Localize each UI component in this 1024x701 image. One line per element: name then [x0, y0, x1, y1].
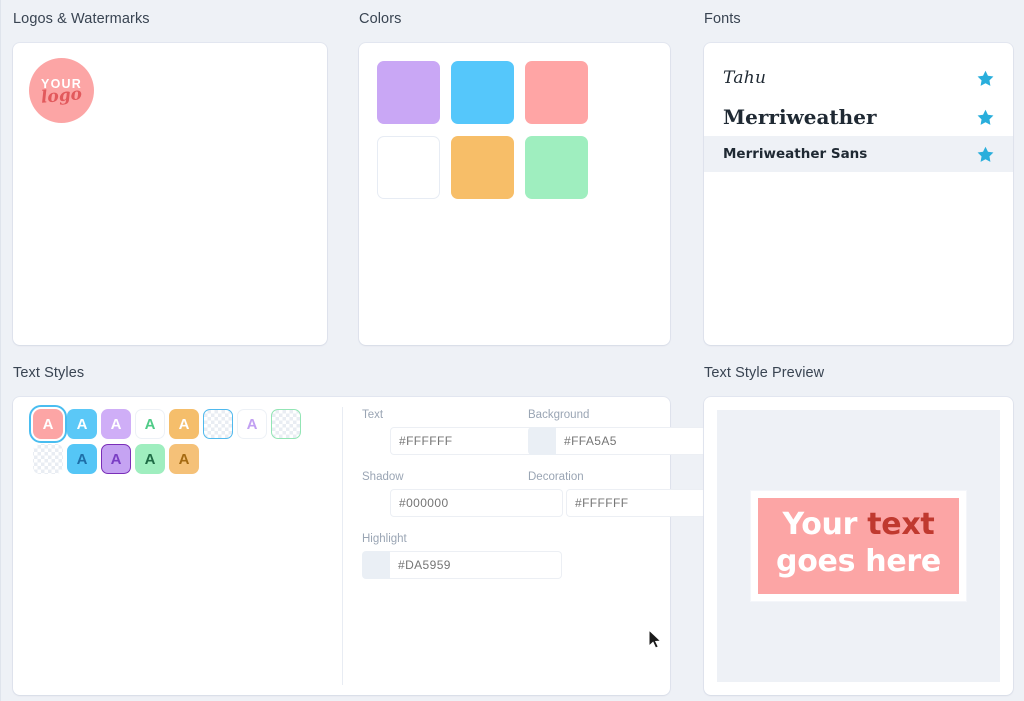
highlight-field-label: Highlight	[362, 533, 407, 545]
panel-colors: Colors	[359, 11, 670, 345]
preview-text-highlighted: text	[867, 507, 935, 543]
text-style-swatch[interactable]: A	[237, 409, 267, 439]
background-field-label: Background	[528, 409, 590, 421]
font-row[interactable]: Tahu	[704, 58, 1013, 98]
text-style-swatch[interactable]: A	[101, 409, 131, 439]
brand-kit-page: Logos & Watermarks YOUR logo Colors Font…	[0, 0, 1024, 701]
panel-fonts: Fonts Tahu Merriweather Merriweather Sans	[704, 11, 1013, 345]
color-swatch-orange[interactable]	[451, 136, 514, 199]
shadow-input-wrap	[390, 489, 563, 517]
shadow-field-label: Shadow	[362, 471, 404, 483]
text-style-glyph: A	[76, 415, 88, 433]
text-style-swatch[interactable]: A	[169, 409, 199, 439]
color-swatch-green[interactable]	[525, 136, 588, 199]
fonts-section-title: Fonts	[704, 11, 741, 27]
text-field-label: Text	[362, 409, 384, 421]
color-swatch-purple[interactable]	[377, 61, 440, 124]
decoration-field-label: Decoration	[528, 471, 584, 483]
text-style-swatch[interactable]: A	[67, 444, 97, 474]
decoration-input-wrap	[566, 489, 739, 517]
mouse-cursor-icon	[649, 630, 662, 649]
field-group-background: Background	[528, 409, 728, 455]
logo-text-logo: logo	[40, 84, 83, 109]
text-style-swatch[interactable]: A	[135, 409, 165, 439]
font-name: Merriweather	[723, 105, 877, 129]
font-name: Merriweather Sans	[723, 146, 868, 162]
top-row: Logos & Watermarks YOUR logo Colors Font…	[1, 0, 1024, 346]
form-row-3: Highlight	[362, 533, 656, 579]
font-row[interactable]: Merriweather	[704, 98, 1013, 136]
text-style-glyph: A	[110, 415, 122, 433]
field-group-decoration: Decoration	[528, 471, 739, 517]
panel-logos-watermarks: Logos & Watermarks YOUR logo	[13, 11, 327, 345]
text-style-glyph: A	[144, 415, 156, 433]
colors-section-title: Colors	[359, 11, 402, 27]
text-style-swatch[interactable]	[271, 409, 301, 439]
text-style-swatch[interactable]: A	[135, 444, 165, 474]
preview-section-title: Text Style Preview	[704, 365, 825, 381]
highlight-color-input[interactable]	[390, 551, 562, 579]
panel-divider	[342, 407, 343, 685]
text-style-glyph: A	[144, 450, 156, 468]
text-styles-section-title: Text Styles	[13, 365, 85, 381]
preview-frame: Your text goes here	[751, 491, 966, 601]
background-color-input[interactable]	[556, 427, 728, 455]
favorite-star-icon[interactable]	[976, 145, 995, 164]
form-row-1: Text Background	[362, 409, 728, 455]
highlight-color-swatch[interactable]	[362, 551, 390, 579]
color-swatch-grid	[359, 43, 649, 199]
color-swatch-add[interactable]	[377, 136, 440, 199]
field-group-highlight: Highlight	[362, 533, 562, 579]
color-swatch-blue[interactable]	[451, 61, 514, 124]
bottom-row: Text Styles AAAAAAAAAA Text Background	[1, 346, 1024, 701]
font-name: Tahu	[723, 68, 767, 88]
text-style-glyph: A	[110, 450, 122, 468]
text-style-glyph: A	[76, 450, 88, 468]
text-style-swatch[interactable]	[203, 409, 233, 439]
text-style-swatch[interactable]: A	[29, 405, 67, 443]
text-input-wrap	[390, 427, 563, 455]
favorite-star-icon[interactable]	[976, 108, 995, 127]
colors-card	[359, 43, 670, 345]
background-input-wrap	[528, 427, 728, 455]
text-style-swatch[interactable]	[33, 444, 63, 474]
font-row[interactable]: Merriweather Sans	[704, 136, 1013, 172]
font-list: Tahu Merriweather Merriweather Sans	[704, 58, 1013, 172]
fonts-card: Tahu Merriweather Merriweather Sans	[704, 43, 1013, 345]
preview-text-plain: Your	[782, 507, 868, 543]
panel-text-style-preview: Text Style Preview Your text goes here	[704, 365, 1013, 695]
text-style-swatch-grid: AAAAAAAAAA	[29, 405, 333, 474]
logo-item[interactable]: YOUR logo	[29, 58, 94, 123]
text-style-glyph: A	[178, 450, 190, 468]
highlight-input-wrap	[362, 551, 562, 579]
favorite-star-icon[interactable]	[976, 69, 995, 88]
preview-line-2: goes here	[776, 544, 941, 579]
text-style-glyph: A	[246, 415, 258, 433]
logo-list: YOUR logo	[13, 43, 327, 123]
text-style-form: Text Background	[362, 409, 739, 595]
text-style-glyph: A	[178, 415, 190, 433]
field-group-text: Text	[362, 409, 563, 455]
preview-text-block[interactable]: Your text goes here	[758, 498, 959, 594]
preview-stage: Your text goes here	[717, 410, 1000, 682]
text-style-swatch[interactable]: A	[101, 444, 131, 474]
text-styles-card: AAAAAAAAAA Text Background	[13, 397, 739, 695]
preview-card: Your text goes here	[704, 397, 1013, 695]
text-style-glyph: A	[42, 415, 54, 433]
background-color-swatch[interactable]	[528, 427, 556, 455]
logos-section-title: Logos & Watermarks	[13, 11, 150, 27]
text-style-swatch[interactable]: A	[67, 409, 97, 439]
color-swatch-coral[interactable]	[525, 61, 588, 124]
text-style-swatch[interactable]: A	[169, 444, 199, 474]
preview-line-1: Your text	[776, 507, 941, 544]
panel-text-styles: Text Styles AAAAAAAAAA Text Background	[13, 365, 739, 695]
logos-card: YOUR logo	[13, 43, 327, 345]
field-group-shadow: Shadow	[362, 471, 563, 517]
form-row-2: Shadow Decoration	[362, 471, 739, 517]
